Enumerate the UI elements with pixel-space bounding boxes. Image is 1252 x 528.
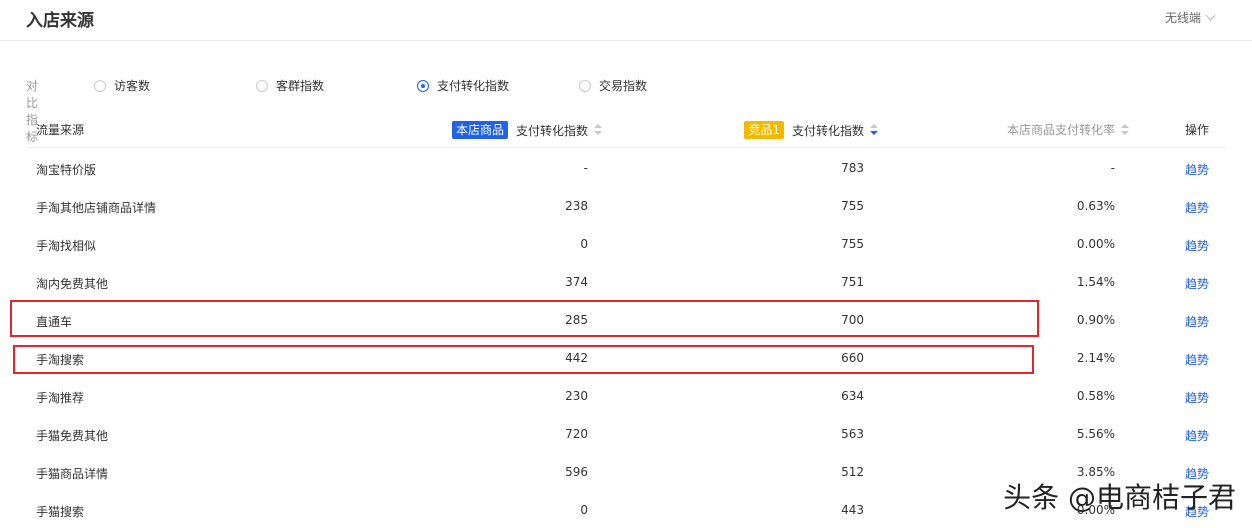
metric-option-conversion-index[interactable]: 支付转化指数 [417,77,509,94]
conversion-rate-cell: 5.56% [1076,427,1115,441]
table-row: 淘宝特价版 - 783 - 趋势 [26,148,1226,186]
trend-link[interactable]: 趋势 [1185,199,1209,216]
source-cell: 淘宝特价版 [36,163,97,177]
header-competitor-conversion[interactable]: 竞品1 支付转化指数 [744,121,878,139]
device-selector-label: 无线端 [1164,11,1201,25]
conversion-rate-cell: 0.90% [1076,313,1115,327]
radio-icon [94,79,106,92]
own-index-cell: 720 [565,427,588,441]
source-cell: 手淘其他店铺商品详情 [36,201,157,215]
page-title: 入店来源 [26,11,94,31]
conversion-rate-cell: 0.63% [1076,199,1115,213]
table-row: 手淘推荐 230 634 0.58% 趋势 [26,376,1226,414]
table-row: 手淘找相似 0 755 0.00% 趋势 [26,224,1226,262]
radio-icon [256,79,268,92]
metric-option-trade-index[interactable]: 交易指数 [579,77,647,94]
trend-link[interactable]: 趋势 [1185,389,1209,406]
metric-option-customer-index[interactable]: 客群指数 [256,77,324,94]
chevron-down-icon [1205,10,1216,21]
metric-option-label: 支付转化指数 [437,79,510,93]
table-row: 淘内免费其他 374 751 1.54% 趋势 [26,262,1226,300]
watermark: 头条 @电商桔子君 [1003,481,1236,514]
conversion-rate-cell: - [1110,161,1115,175]
own-index-cell: 374 [565,275,588,289]
conversion-rate-cell: 1.54% [1076,275,1115,289]
header-own-metric-label: 支付转化指数 [515,123,588,138]
header-own-conversion[interactable]: 本店商品 支付转化指数 [451,121,602,139]
header-comp-metric-label: 支付转化指数 [791,123,864,138]
header-source: 流量来源 [36,123,85,137]
source-cell: 手猫免费其他 [36,429,109,443]
sort-icon [1121,123,1129,136]
competitor-badge: 竞品1 [744,121,784,139]
sort-desc-icon [870,124,878,136]
radio-icon [579,79,591,92]
conversion-rate-cell: 0.00% [1076,237,1115,251]
source-cell: 手淘找相似 [36,239,97,253]
conversion-rate-cell: 2.14% [1076,351,1115,365]
trend-link[interactable]: 趋势 [1185,275,1209,292]
sort-icon [594,124,602,136]
source-cell: 手猫商品详情 [36,467,109,481]
own-product-badge: 本店商品 [451,121,508,139]
own-index-cell: 596 [565,465,588,479]
competitor-index-cell: 783 [841,161,864,175]
trend-link[interactable]: 趋势 [1185,351,1209,368]
own-index-cell: 230 [565,389,588,403]
trend-link[interactable]: 趋势 [1185,427,1209,444]
table-header: 流量来源 本店商品 支付转化指数 竞品1 支付转化指数 本店商品支付转化率 操作 [26,110,1226,148]
own-index-cell: - [583,161,588,175]
highlight-box [10,300,1039,337]
conversion-rate-cell: 0.58% [1076,389,1115,403]
competitor-index-cell: 755 [841,199,864,213]
table-row: 手猫免费其他 720 563 5.56% 趋势 [26,414,1226,452]
header-rate-label: 本店商品支付转化率 [1006,123,1115,137]
header-divider [0,40,1252,41]
radio-selected-icon [417,79,429,92]
competitor-index-cell: 634 [841,389,864,403]
metric-option-label: 客群指数 [276,79,325,93]
competitor-index-cell: 563 [841,427,864,441]
competitor-index-cell: 751 [841,275,864,289]
competitor-index-cell: 755 [841,237,864,251]
source-cell: 手淘推荐 [36,391,85,405]
source-cell: 淘内免费其他 [36,277,109,291]
header-action: 操作 [1184,123,1209,137]
trend-link[interactable]: 趋势 [1185,313,1209,330]
own-index-cell: 0 [580,237,588,251]
metric-option-label: 交易指数 [599,79,648,93]
trend-link[interactable]: 趋势 [1185,161,1209,178]
metric-option-visitors[interactable]: 访客数 [94,77,150,94]
metric-option-label: 访客数 [114,79,151,93]
trend-link[interactable]: 趋势 [1185,237,1209,254]
competitor-index-cell: 443 [841,503,864,517]
highlight-box [13,345,1034,374]
source-cell: 手猫搜索 [36,505,85,519]
header-conversion-rate[interactable]: 本店商品支付转化率 [1007,121,1129,138]
competitor-index-cell: 512 [841,465,864,479]
device-selector[interactable]: 无线端 [1164,9,1216,26]
table-row: 手淘其他店铺商品详情 238 755 0.63% 趋势 [26,186,1226,224]
own-index-cell: 0 [580,503,588,517]
own-index-cell: 238 [565,199,588,213]
